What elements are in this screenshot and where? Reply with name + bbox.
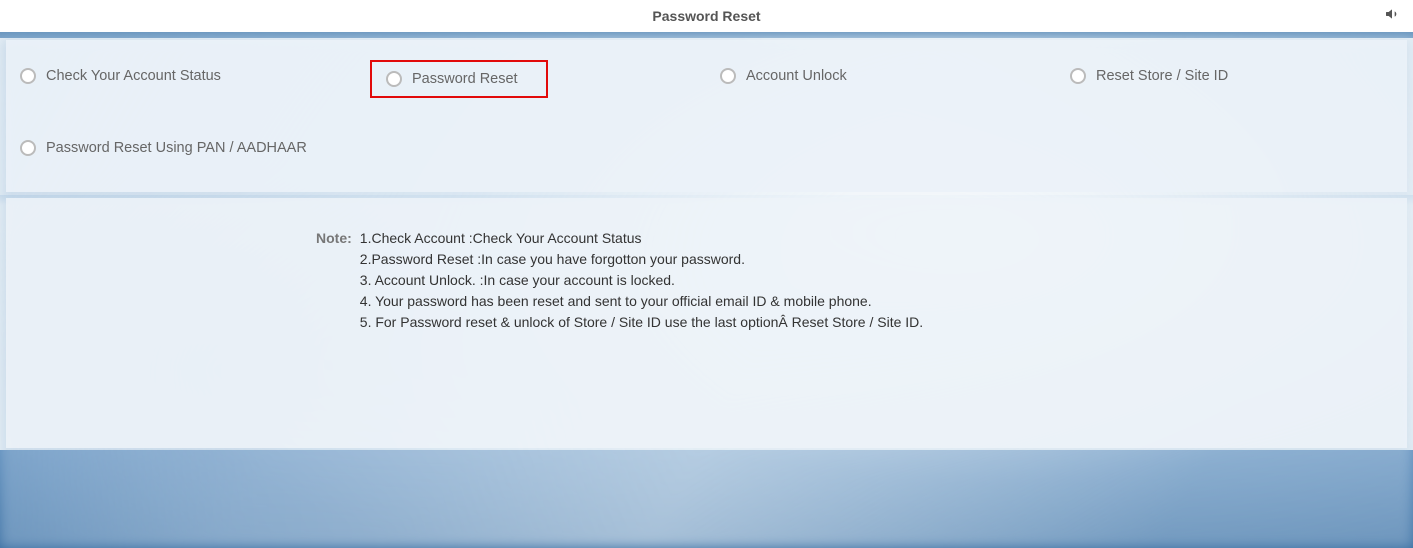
option-label: Check Your Account Status [46,68,221,84]
option-password-reset[interactable]: Password Reset [370,60,548,98]
megaphone-icon[interactable] [1383,6,1401,27]
option-label: Reset Store / Site ID [1096,68,1228,84]
option-check-account[interactable]: Check Your Account Status [20,60,370,92]
radio-icon [386,71,402,87]
radio-icon [1070,68,1086,84]
note-line: 2.Password Reset :In case you have forgo… [360,249,923,270]
note-line: 4. Your password has been reset and sent… [360,291,923,312]
page-header: Password Reset [0,0,1413,32]
option-label: Password Reset Using PAN / AADHAAR [46,140,307,156]
note-line: 3. Account Unlock. :In case your account… [360,270,923,291]
radio-icon [20,68,36,84]
option-reset-store[interactable]: Reset Store / Site ID [1070,60,1370,92]
option-label: Account Unlock [746,68,847,84]
page-title: Password Reset [652,8,760,24]
note-lines: 1.Check Account :Check Your Account Stat… [360,228,923,333]
radio-icon [20,140,36,156]
radio-icon [720,68,736,84]
notes-panel: Note: 1.Check Account :Check Your Accoun… [6,198,1407,448]
option-account-unlock[interactable]: Account Unlock [720,60,1070,92]
note-label: Note: [316,228,352,333]
note-line: 1.Check Account :Check Your Account Stat… [360,228,923,249]
option-pan-aadhaar[interactable]: Password Reset Using PAN / AADHAAR [20,140,370,156]
options-panel: Check Your Account Status Password Reset… [6,40,1407,192]
note-line: 5. For Password reset & unlock of Store … [360,312,923,333]
option-label: Password Reset [412,71,518,87]
